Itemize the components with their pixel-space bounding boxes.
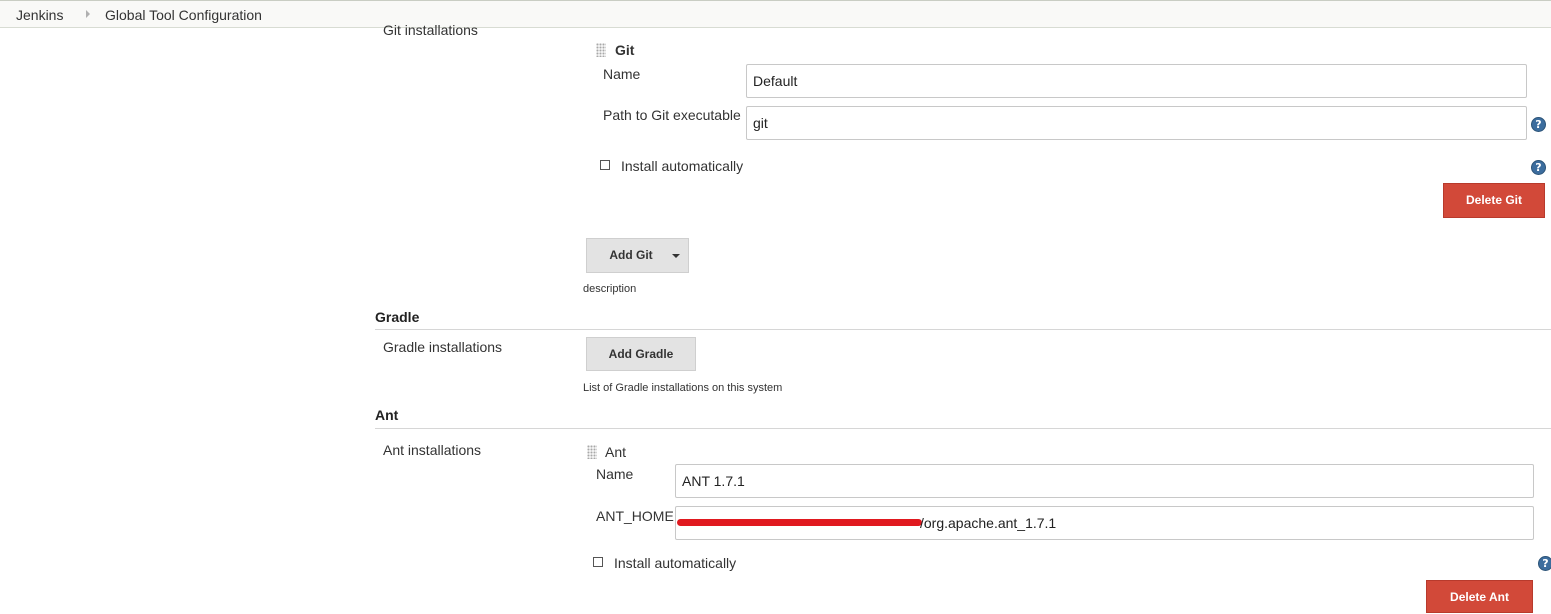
ant-section-divider	[375, 428, 1551, 429]
ant-name-label: Name	[596, 466, 634, 482]
delete-git-button[interactable]: Delete Git	[1443, 183, 1545, 218]
add-git-label: Add Git	[609, 248, 653, 262]
help-icon[interactable]: ?	[1538, 556, 1551, 571]
ant-home-input[interactable]: /org.apache.ant_1.7.1	[675, 506, 1534, 540]
breadcrumb: Jenkins Global Tool Configuration	[0, 0, 1551, 28]
gradle-installations-label: Gradle installations	[383, 339, 503, 355]
breadcrumb-separator-icon	[86, 10, 90, 18]
breadcrumb-item-jenkins[interactable]: Jenkins	[16, 7, 63, 23]
git-install-automatically-label: Install automatically	[621, 158, 744, 174]
help-icon[interactable]: ?	[1531, 117, 1546, 132]
git-install-automatically-checkbox[interactable]	[600, 160, 610, 170]
ant-home-value: /org.apache.ant_1.7.1	[920, 515, 1057, 531]
ant-section-title: Ant	[375, 407, 399, 423]
gradle-description: List of Gradle installations on this sys…	[583, 382, 783, 394]
git-name-input[interactable]	[746, 64, 1527, 98]
git-entry-header: Git	[615, 42, 635, 58]
help-icon[interactable]: ?	[1531, 160, 1546, 175]
breadcrumb-item-global-tool-configuration[interactable]: Global Tool Configuration	[105, 7, 262, 23]
ant-install-automatically-label: Install automatically	[614, 555, 737, 571]
git-installations-label: Git installations	[383, 22, 478, 38]
git-path-label: Path to Git executable	[603, 107, 741, 123]
grip-handle-icon[interactable]	[587, 445, 597, 459]
git-description: description	[583, 283, 637, 295]
ant-installations-label: Ant installations	[383, 442, 482, 458]
ant-install-automatically-checkbox[interactable]	[593, 557, 603, 567]
delete-ant-button[interactable]: Delete Ant	[1426, 580, 1533, 613]
add-gradle-button[interactable]: Add Gradle	[586, 337, 696, 371]
git-name-label: Name	[603, 66, 641, 82]
gradle-section-divider	[375, 329, 1551, 330]
ant-name-input[interactable]	[675, 464, 1534, 498]
gradle-section-title: Gradle	[375, 309, 420, 325]
add-git-button[interactable]: Add Git	[586, 238, 689, 273]
chevron-down-icon[interactable]	[672, 254, 680, 258]
git-path-input[interactable]	[746, 106, 1527, 140]
grip-handle-icon[interactable]	[596, 43, 606, 57]
ant-home-label: ANT_HOME	[596, 508, 674, 524]
ant-entry-header: Ant	[605, 444, 627, 460]
redaction-mark	[677, 519, 922, 526]
